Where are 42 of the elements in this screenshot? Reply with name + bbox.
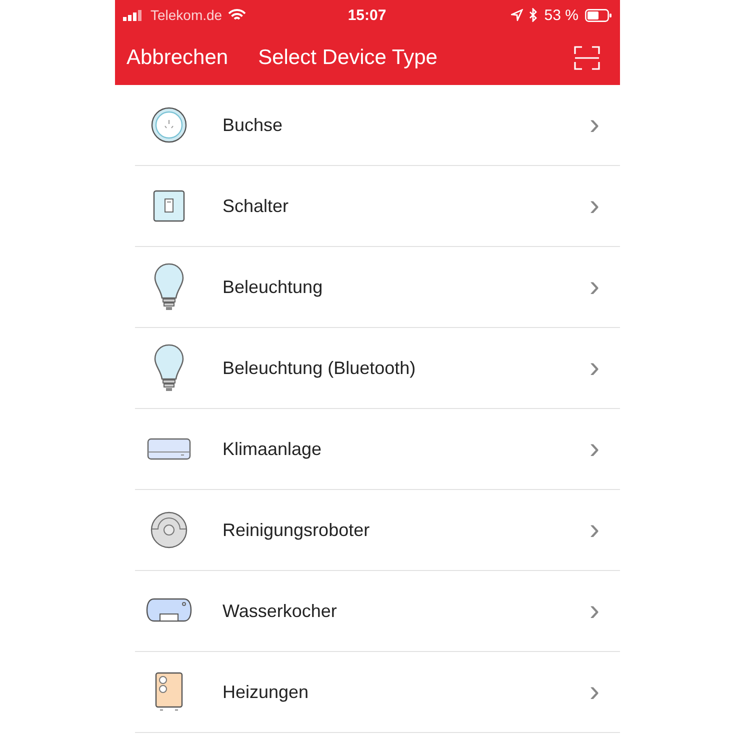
chevron-icon: ›: [590, 434, 600, 464]
chevron-icon: ›: [590, 515, 600, 545]
carrier-name: Telekom.de: [150, 7, 222, 23]
device-type-item[interactable]: Buchse ›: [134, 85, 620, 166]
chevron-icon: ›: [590, 110, 600, 140]
device-type-item[interactable]: Wasserkocher ›: [134, 571, 620, 652]
device-type-label: Heizungen: [222, 682, 310, 702]
light-bulb-icon: [152, 343, 184, 393]
device-type-item[interactable]: Klimaanlage ›: [134, 409, 620, 490]
chevron-icon: ›: [590, 677, 600, 707]
cancel-button[interactable]: Abbrechen: [126, 46, 228, 70]
device-type-label: Beleuchtung (Bluetooth): [222, 358, 417, 378]
chevron-icon: ›: [590, 191, 600, 221]
robot-vacuum-icon: [150, 511, 188, 549]
device-type-label: Buchse: [222, 114, 284, 136]
device-type-label: Klimaanlage: [222, 438, 323, 460]
clock-time: 15:07: [348, 6, 386, 24]
battery-percent: 53 %: [544, 6, 578, 24]
device-type-item[interactable]: Heizungen ›: [134, 652, 620, 733]
battery-icon: [584, 8, 612, 22]
device-type-item[interactable]: Schalter ›: [134, 166, 620, 247]
chevron-icon: ›: [590, 596, 600, 626]
device-type-item[interactable]: Reinigungsroboter ›: [134, 490, 620, 571]
device-type-item[interactable]: Beleuchtung ›: [134, 247, 620, 328]
device-type-label: Schalter: [222, 196, 290, 216]
device-type-label: Beleuchtung: [222, 276, 324, 298]
bluetooth-icon: [529, 8, 538, 22]
device-type-item[interactable]: Beleuchtung (Bluetooth) ›: [134, 328, 620, 409]
device-type-label: Wasserkocher: [222, 600, 338, 622]
light-bulb-icon: [152, 262, 184, 312]
socket-icon: [150, 106, 188, 144]
location-icon: [511, 9, 524, 21]
heater-icon: [154, 672, 182, 712]
chevron-icon: ›: [590, 272, 600, 302]
air-conditioner-icon: [146, 438, 190, 460]
nav-title: Select Device Type: [258, 46, 438, 70]
wifi-icon: [228, 8, 246, 22]
signal-icon: [122, 10, 144, 20]
scan-icon[interactable]: [574, 46, 600, 70]
chevron-icon: ›: [590, 353, 600, 383]
switch-icon: [152, 190, 184, 222]
device-type-label: Reinigungsroboter: [222, 520, 371, 540]
